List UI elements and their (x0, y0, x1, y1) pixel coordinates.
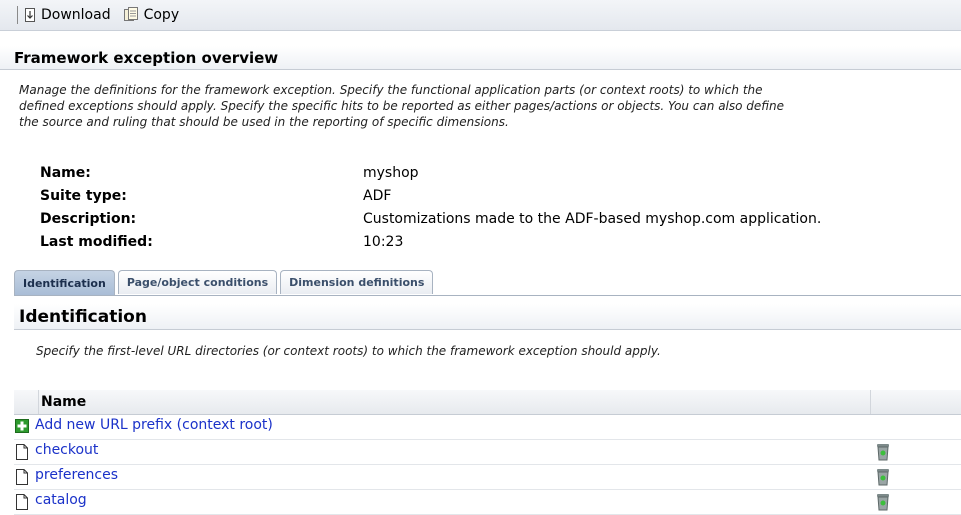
property-name: Name: myshop (0, 165, 961, 187)
tab-dimension-definitions[interactable]: Dimension definitions (280, 270, 434, 294)
row-link[interactable]: catalog (35, 492, 87, 508)
column-header-name[interactable]: Name (41, 394, 86, 410)
property-value: myshop (363, 165, 419, 181)
property-last-modified: Last modified: 10:23 (0, 234, 961, 256)
copy-label: Copy (143, 7, 180, 23)
property-description: Description: Customizations made to the … (0, 211, 961, 233)
tab-bar: Identification Page/object conditions Di… (14, 270, 434, 296)
table-row: checkout (14, 440, 961, 465)
header-icon-column (14, 390, 39, 414)
toolbar: Download Copy (0, 0, 961, 31)
download-icon (24, 7, 36, 23)
download-label: Download (41, 7, 111, 23)
table-header: Name (14, 390, 961, 415)
add-url-prefix-link[interactable]: Add new URL prefix (context root) (35, 417, 273, 433)
copy-icon (123, 7, 139, 23)
property-suite-type: Suite type: ADF (0, 188, 961, 210)
identification-title: Identification (14, 304, 961, 330)
property-label: Last modified: (40, 234, 153, 250)
row-link[interactable]: preferences (35, 467, 118, 483)
add-row: Add new URL prefix (context root) (14, 415, 961, 440)
trash-icon[interactable] (876, 443, 890, 465)
overview-title: Framework exception overview (0, 46, 961, 70)
trash-icon[interactable] (876, 468, 890, 490)
table-row: preferences (14, 465, 961, 490)
overview-description-line: defined exceptions should apply. Specify… (19, 99, 785, 113)
property-value: ADF (363, 188, 392, 204)
overview-description-line: the source and ruling that should be use… (19, 115, 509, 129)
add-icon[interactable] (15, 419, 29, 437)
document-icon (15, 494, 29, 514)
trash-icon[interactable] (876, 493, 890, 515)
property-value: 10:23 (363, 234, 404, 250)
row-link[interactable]: checkout (35, 442, 98, 458)
url-prefix-table: Name Add new URL prefix (context root) c… (14, 390, 961, 515)
table-row: catalog (14, 490, 961, 515)
document-icon (15, 469, 29, 489)
overview-description: Manage the definitions for the framework… (19, 82, 961, 130)
identification-description: Specify the first-level URL directories … (36, 344, 661, 358)
property-label: Suite type: (40, 188, 127, 204)
header-divider (870, 390, 871, 414)
download-button[interactable]: Download (24, 7, 111, 23)
toolbar-separator (17, 6, 18, 24)
property-value: Customizations made to the ADF-based mys… (363, 211, 822, 227)
property-label: Name: (40, 165, 91, 181)
document-icon (15, 444, 29, 464)
copy-button[interactable]: Copy (123, 7, 180, 23)
overview-description-line: Manage the definitions for the framework… (19, 83, 763, 97)
property-label: Description: (40, 211, 137, 227)
tab-divider (14, 295, 961, 296)
tab-identification[interactable]: Identification (14, 270, 115, 295)
tab-page-object-conditions[interactable]: Page/object conditions (117, 270, 278, 294)
